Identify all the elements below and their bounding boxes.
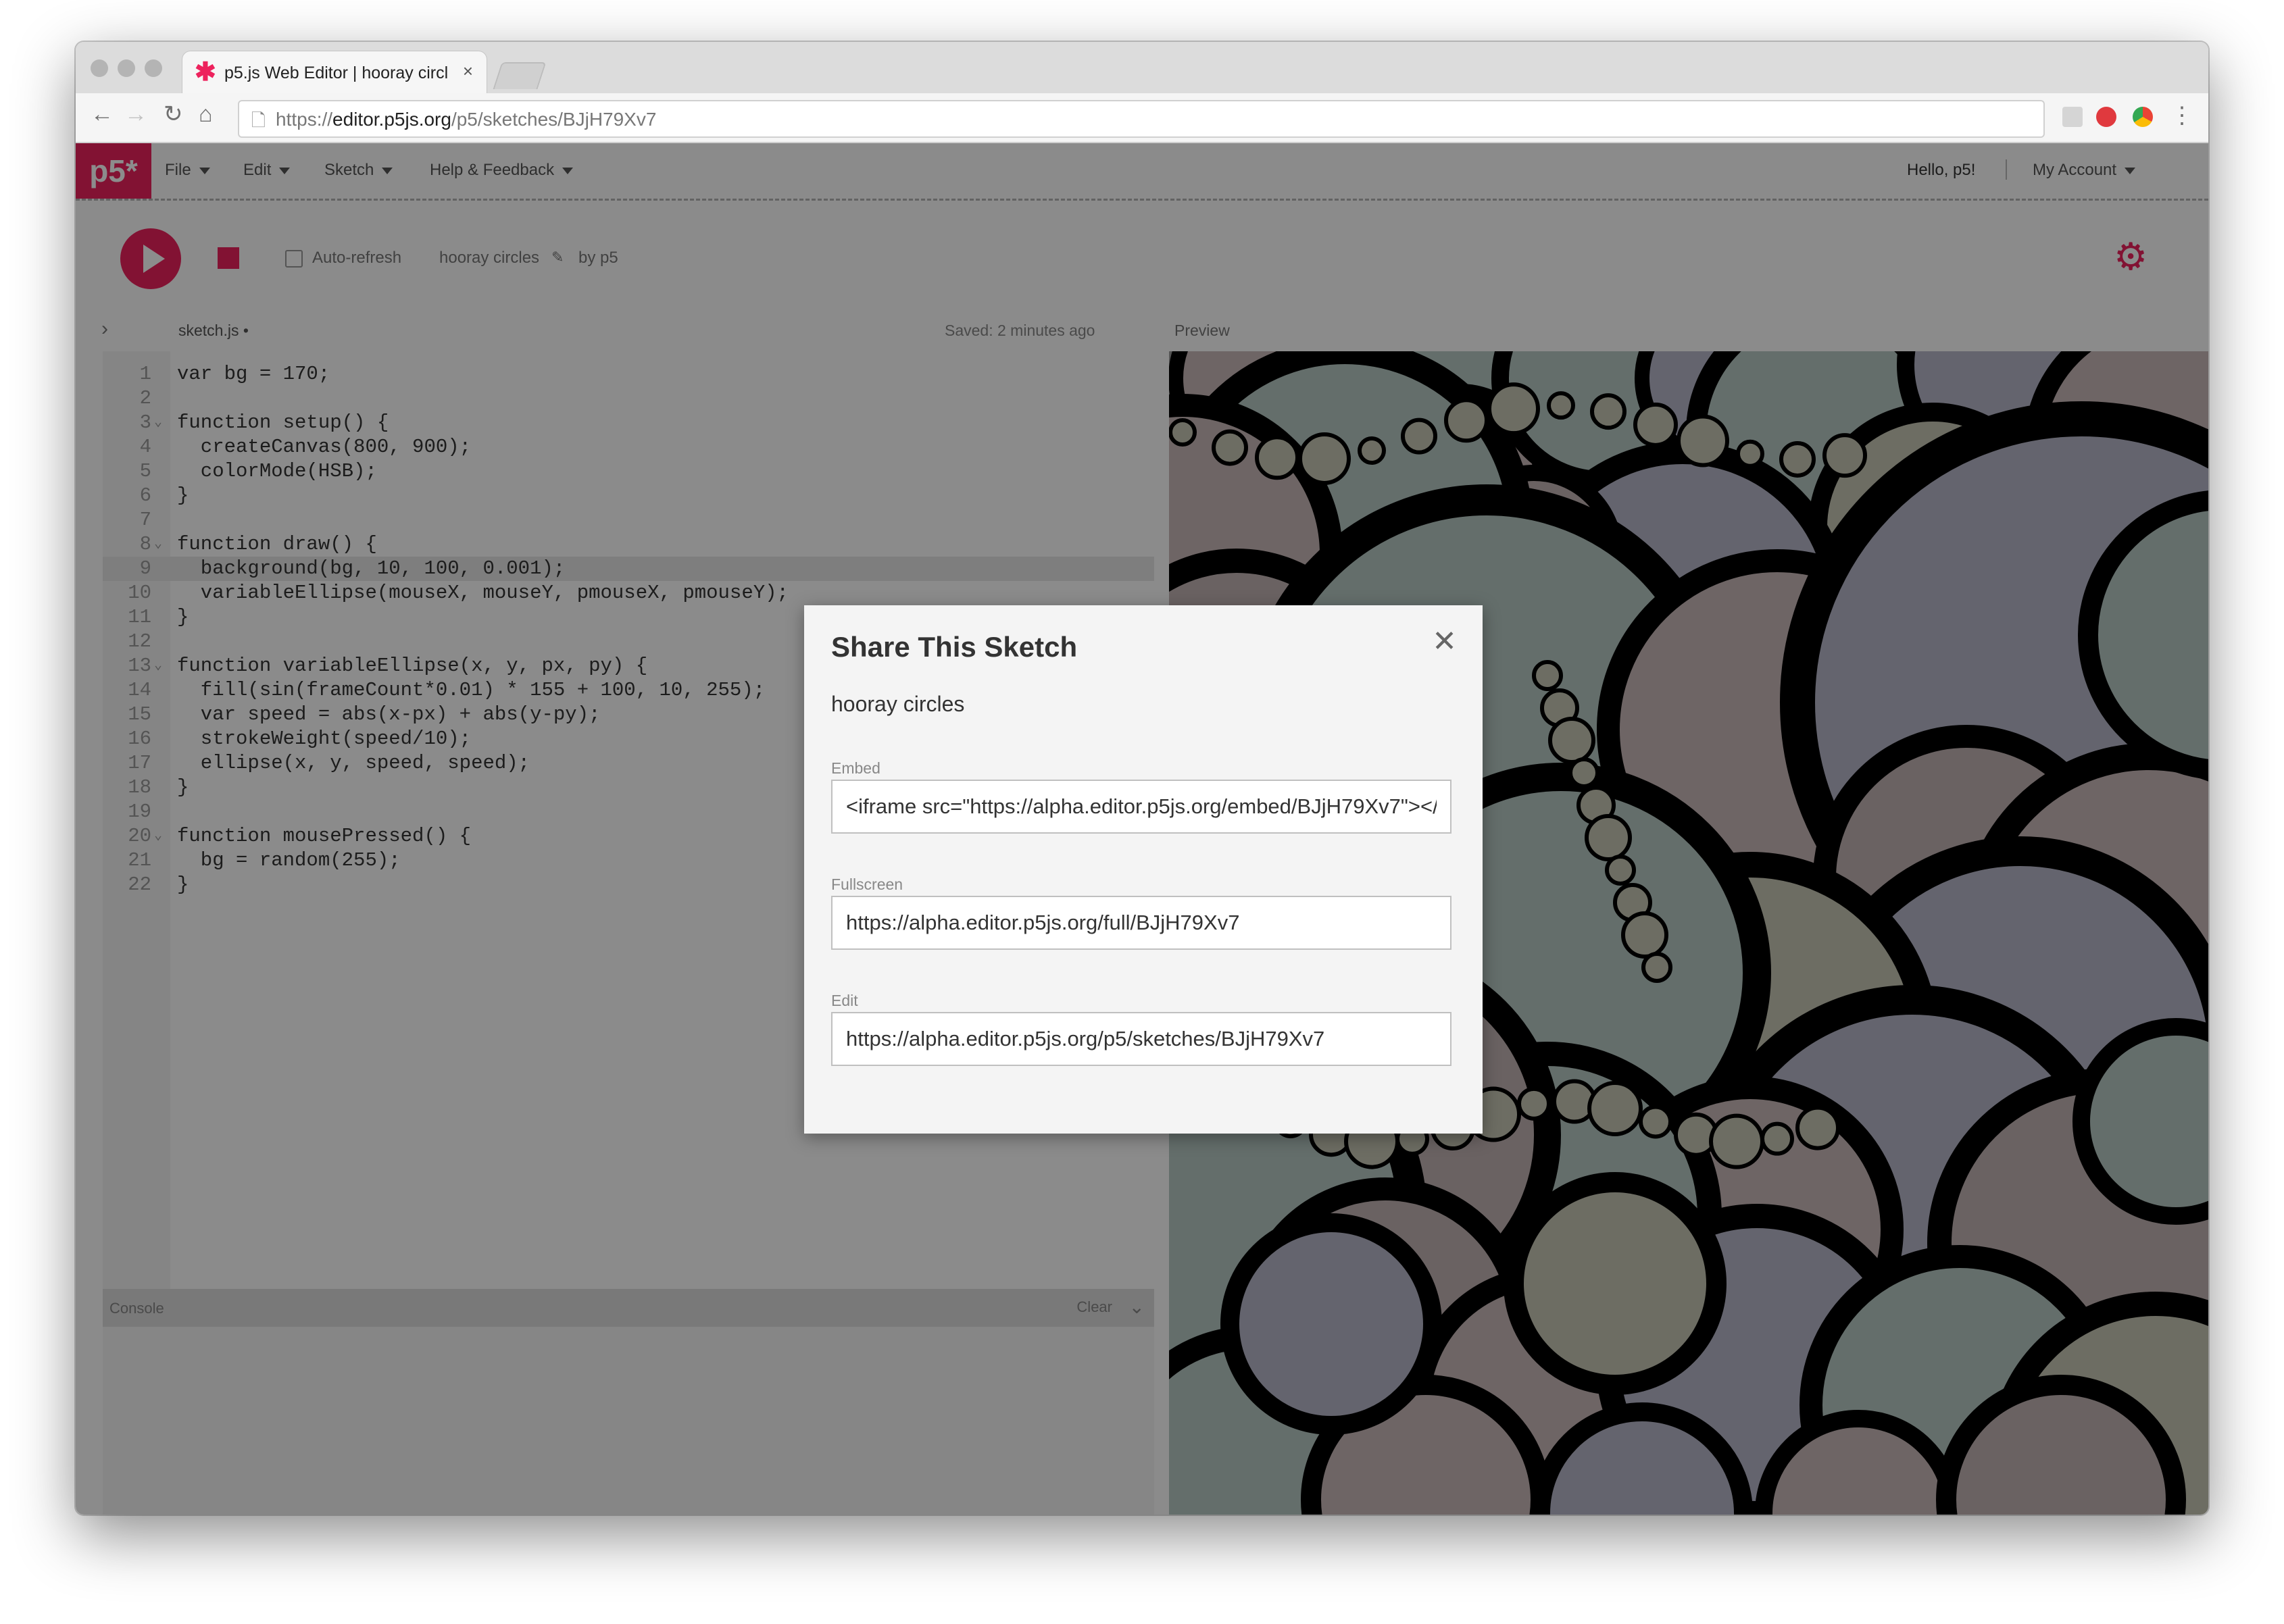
- browser-tab[interactable]: ✱ p5.js Web Editor | hooray circles ×: [182, 51, 487, 93]
- embed-field[interactable]: [831, 780, 1451, 834]
- browser-toolbar: ← → ↻ ⌂ 🗋 https://editor.p5js.org/p5/ske…: [76, 93, 2208, 143]
- forward-arrow-icon[interactable]: →: [124, 103, 147, 126]
- edit-label: Edit: [831, 992, 858, 1009]
- modal-sketch-name: hooray circles: [831, 692, 965, 716]
- embed-label: Embed: [831, 759, 880, 777]
- reload-icon[interactable]: ↻: [164, 103, 183, 126]
- tab-title: p5.js Web Editor | hooray circles: [224, 64, 447, 82]
- p5-editor-app: p5* File Edit Sketch Help & Feedback Hel…: [76, 143, 2208, 1515]
- tab-close-icon[interactable]: ×: [463, 61, 473, 82]
- chrome-extension-icon[interactable]: [2133, 107, 2153, 127]
- new-tab-button[interactable]: [493, 62, 547, 89]
- modal-title: Share This Sketch: [831, 631, 1078, 663]
- back-arrow-icon[interactable]: ←: [91, 103, 114, 126]
- opera-extension-icon[interactable]: [2096, 107, 2116, 127]
- address-bar[interactable]: 🗋 https://editor.p5js.org/p5/sketches/BJ…: [238, 100, 2045, 138]
- home-icon[interactable]: ⌂: [199, 103, 213, 126]
- cast-icon[interactable]: [2062, 107, 2083, 127]
- window-close-dot[interactable]: [91, 59, 108, 77]
- page-info-icon[interactable]: 🗋: [251, 108, 266, 138]
- browser-menu-icon[interactable]: ⋮: [2170, 104, 2193, 127]
- fullscreen-label: Fullscreen: [831, 876, 903, 893]
- fullscreen-field[interactable]: [831, 896, 1451, 950]
- browser-window: ✱ p5.js Web Editor | hooray circles × ← …: [76, 42, 2208, 1515]
- url-text: https://editor.p5js.org/p5/sketches/BJjH…: [276, 109, 657, 130]
- window-zoom-dot[interactable]: [145, 59, 162, 77]
- close-icon[interactable]: ✕: [1432, 624, 1457, 659]
- edit-url-field[interactable]: [831, 1012, 1451, 1066]
- p5-favicon-icon: ✱: [195, 58, 216, 86]
- browser-tab-bar: ✱ p5.js Web Editor | hooray circles ×: [76, 42, 2208, 93]
- window-minimize-dot[interactable]: [118, 59, 135, 77]
- share-modal: Share This Sketch ✕ hooray circles Embed…: [804, 605, 1483, 1134]
